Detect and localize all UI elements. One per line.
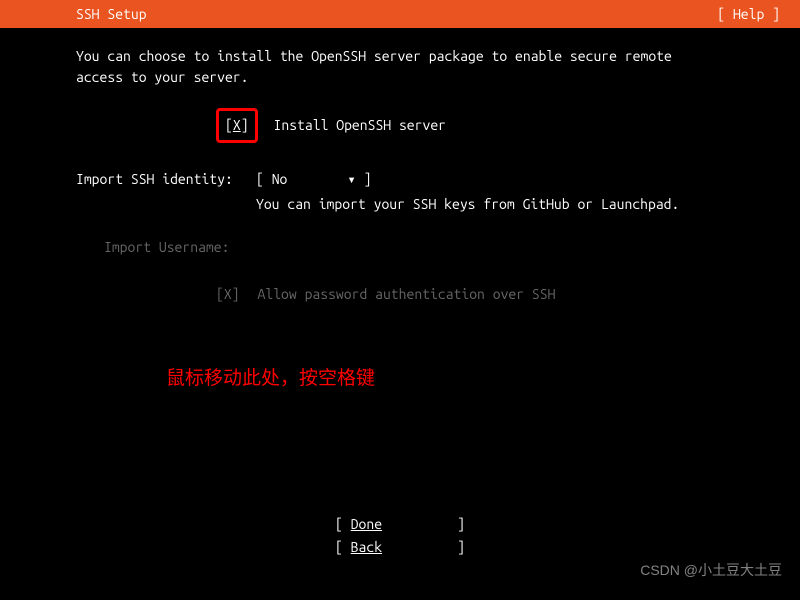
content-area: You can choose to install the OpenSSH se… — [0, 28, 800, 394]
back-button[interactable]: Back — [335, 536, 465, 558]
import-identity-dropdown[interactable]: No ▾ — [256, 169, 372, 190]
install-openssh-label: Install OpenSSH server — [274, 115, 446, 136]
import-identity-hint: You can import your SSH keys from GitHub… — [256, 194, 724, 215]
page-title: SSH Setup — [76, 6, 147, 22]
help-button[interactable]: [ Help ] — [717, 6, 780, 22]
install-openssh-checkbox[interactable]: [X] — [216, 108, 258, 143]
dropdown-value: No — [272, 171, 288, 187]
annotation-text: 鼠标移动此处，按空格键 — [166, 365, 724, 394]
allow-password-row: [X] Allow password authentication over SS… — [216, 284, 724, 305]
install-openssh-row: [X] Install OpenSSH server — [216, 108, 724, 143]
watermark: CSDN @小土豆大土豆 — [640, 560, 782, 580]
done-button[interactable]: Done — [335, 513, 465, 535]
import-username-label: Import Username: — [104, 239, 229, 255]
header-bar: SSH Setup [ Help ] — [0, 0, 800, 28]
allow-password-checkbox[interactable]: [X] — [216, 286, 240, 302]
import-identity-label: Import SSH identity: — [76, 169, 256, 190]
import-identity-row: Import SSH identity: No ▾ — [76, 169, 724, 190]
import-username-row: Import Username: — [104, 237, 724, 258]
back-button-label: Back — [351, 539, 382, 555]
checkbox-mark: X — [233, 117, 241, 133]
chevron-down-icon: ▾ — [347, 169, 355, 190]
footer-buttons: Done Back — [0, 513, 800, 558]
description-text: You can choose to install the OpenSSH se… — [76, 46, 724, 88]
allow-password-label: Allow password authentication over SSH — [258, 286, 556, 302]
done-button-label: Done — [351, 516, 382, 532]
